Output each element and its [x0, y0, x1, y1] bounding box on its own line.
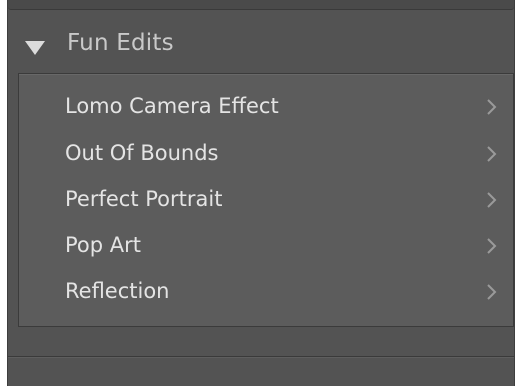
- list-item-lomo-camera-effect[interactable]: Lomo Camera Effect: [19, 84, 513, 130]
- section-header-fun-edits[interactable]: Fun Edits: [8, 22, 514, 70]
- section-title: Fun Edits: [67, 30, 174, 56]
- list-item-label: Out Of Bounds: [65, 141, 219, 165]
- list-item-label: Perfect Portrait: [65, 187, 223, 211]
- list-item-pop-art[interactable]: Pop Art: [19, 223, 513, 269]
- screenshot-frame: Fun Edits Lomo Camera Effect Out Of Boun…: [0, 0, 521, 386]
- list-item-reflection[interactable]: Reflection: [19, 269, 513, 315]
- chevron-right-icon: [487, 238, 497, 254]
- chevron-right-icon: [487, 99, 497, 115]
- previous-section-strip: [8, 0, 514, 10]
- list-item-out-of-bounds[interactable]: Out Of Bounds: [19, 131, 513, 177]
- list-item-label: Reflection: [65, 279, 170, 303]
- chevron-right-icon: [487, 284, 497, 300]
- fun-edits-list: Lomo Camera Effect Out Of Bounds Perfect…: [18, 73, 514, 327]
- chevron-right-icon: [487, 192, 497, 208]
- divider: [8, 357, 514, 358]
- list-item-perfect-portrait[interactable]: Perfect Portrait: [19, 177, 513, 223]
- chevron-right-icon: [487, 146, 497, 162]
- list-item-label: Pop Art: [65, 233, 142, 257]
- list-item-label: Lomo Camera Effect: [65, 94, 279, 118]
- triangle-down-icon[interactable]: [25, 41, 45, 55]
- guided-edits-panel: Fun Edits Lomo Camera Effect Out Of Boun…: [7, 0, 515, 386]
